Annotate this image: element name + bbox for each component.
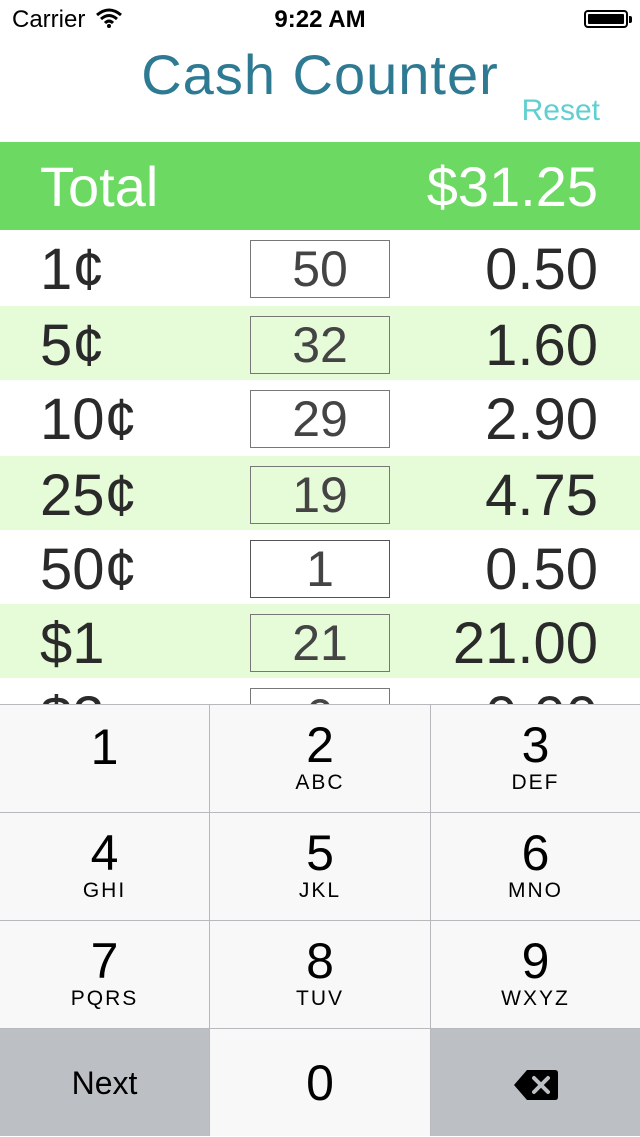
denomination-row: 5¢ 32 1.60 — [0, 306, 640, 380]
key-4[interactable]: 4 GHI — [0, 813, 209, 920]
numeric-keypad: 1 2 ABC 3 DEF 4 GHI 5 JKL 6 MNO 7 PQRS 8… — [0, 704, 640, 1136]
count-input[interactable]: 29 — [250, 390, 390, 448]
denomination-label: 10¢ — [40, 387, 137, 452]
status-bar: Carrier 9:22 AM — [0, 0, 640, 40]
reset-button[interactable]: Reset — [522, 94, 600, 128]
next-button[interactable]: Next — [0, 1029, 209, 1136]
amount-value: 1.60 — [485, 313, 598, 378]
amount-value: 0.00 — [485, 684, 598, 704]
key-5[interactable]: 5 JKL — [210, 813, 430, 920]
amount-value: 0.50 — [485, 537, 598, 602]
count-input[interactable]: 21 — [250, 614, 390, 672]
denomination-row: $2 0 0.00 — [0, 678, 640, 704]
key-1[interactable]: 1 — [0, 705, 209, 812]
key-8[interactable]: 8 TUV — [210, 921, 430, 1028]
denomination-row: $1 21 21.00 — [0, 604, 640, 678]
denomination-list[interactable]: 1¢ 50 0.50 5¢ 32 1.60 10¢ 29 2.90 25¢ 19… — [0, 230, 640, 704]
count-input[interactable]: 0 — [250, 688, 390, 704]
key-9[interactable]: 9 WXYZ — [431, 921, 640, 1028]
denomination-label: $1 — [40, 611, 105, 676]
count-input[interactable]: 19 — [250, 466, 390, 524]
next-label: Next — [71, 1065, 138, 1101]
denomination-row: 1¢ 50 0.50 — [0, 230, 640, 304]
amount-value: 21.00 — [452, 611, 598, 676]
key-3[interactable]: 3 DEF — [431, 705, 640, 812]
battery-icon — [584, 10, 632, 28]
amount-value: 2.90 — [485, 387, 598, 452]
count-input[interactable]: 50 — [250, 240, 390, 298]
denomination-label: 25¢ — [40, 463, 137, 528]
total-value: $31.25 — [426, 155, 598, 218]
amount-value: 0.50 — [485, 237, 598, 302]
backspace-icon — [513, 1069, 559, 1106]
denomination-label: 50¢ — [40, 537, 137, 602]
denomination-label: 5¢ — [40, 313, 105, 378]
count-input[interactable]: 32 — [250, 316, 390, 374]
total-bar: Total $31.25 — [0, 142, 640, 230]
denomination-row: 25¢ 19 4.75 — [0, 456, 640, 530]
key-7[interactable]: 7 PQRS — [0, 921, 209, 1028]
clock: 9:22 AM — [274, 6, 366, 33]
denomination-row: 50¢ 1 0.50 — [0, 530, 640, 604]
denomination-label: $2 — [40, 684, 105, 704]
denomination-row: 10¢ 29 2.90 — [0, 380, 640, 454]
key-0[interactable]: 0 — [210, 1029, 430, 1136]
key-6[interactable]: 6 MNO — [431, 813, 640, 920]
key-2[interactable]: 2 ABC — [210, 705, 430, 812]
total-label: Total — [40, 155, 159, 218]
delete-button[interactable] — [431, 1029, 640, 1136]
amount-value: 4.75 — [485, 463, 598, 528]
denomination-label: 1¢ — [40, 237, 105, 302]
count-input[interactable]: 1 — [250, 540, 390, 598]
